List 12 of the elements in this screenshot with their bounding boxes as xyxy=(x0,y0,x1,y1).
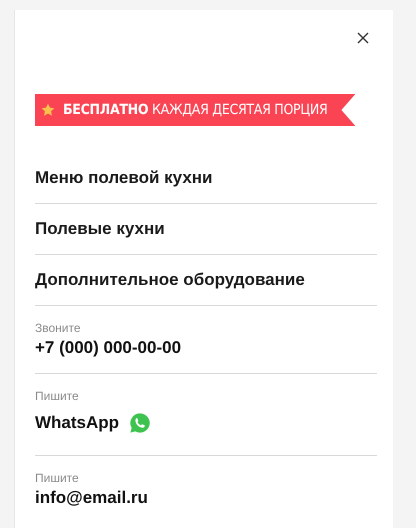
email-link[interactable]: info@email.ru xyxy=(35,488,148,508)
star-icon xyxy=(41,103,55,117)
close-icon xyxy=(357,32,369,44)
promo-text: БЕСПЛАТНО КАЖДАЯ ДЕСЯТАЯ ПОРЦИЯ xyxy=(63,102,328,118)
whatsapp-link[interactable]: WhatsApp xyxy=(35,413,120,433)
menu-link[interactable]: Меню полевой кухни xyxy=(35,168,377,188)
menu-link[interactable]: Дополнительное оборудование xyxy=(35,270,377,290)
phone-link[interactable]: +7 (000) 000-00-00 xyxy=(35,338,182,358)
menu-link[interactable]: Полевые кухни xyxy=(35,219,377,239)
contact-label: Пишите xyxy=(35,471,80,485)
contact-label: Звоните xyxy=(35,321,82,335)
contact-label: Пишите xyxy=(35,389,80,403)
